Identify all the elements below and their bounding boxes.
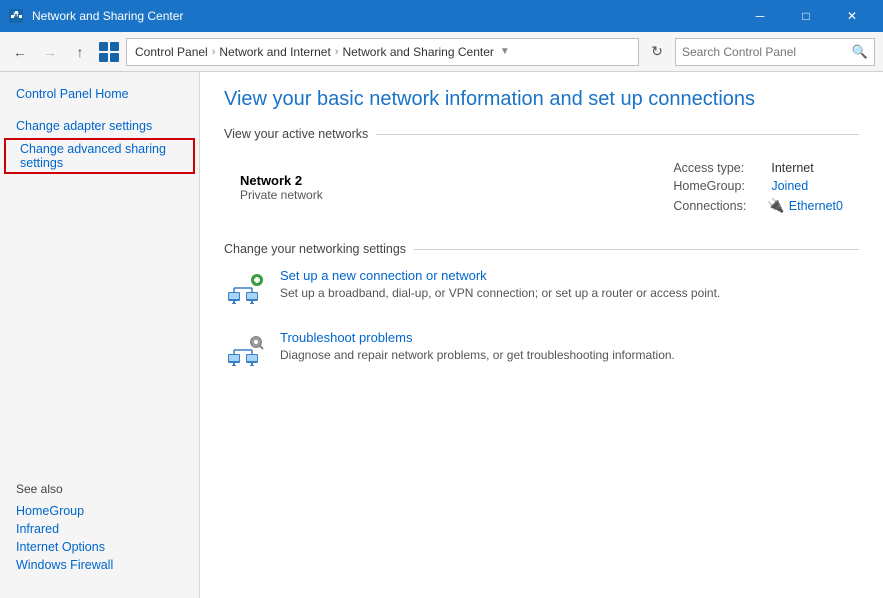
up-button[interactable]: ↑ <box>68 40 92 64</box>
back-button[interactable]: ← <box>8 40 32 64</box>
maximize-button[interactable]: □ <box>783 0 829 32</box>
access-type-label: Access type: <box>673 161 763 175</box>
sidebar-change-adapter[interactable]: Change adapter settings <box>0 116 199 136</box>
settings-text-2: Troubleshoot problems Diagnose and repai… <box>280 330 675 362</box>
main-layout: Control Panel Home Change adapter settin… <box>0 72 883 598</box>
homegroup-value[interactable]: Joined <box>771 179 808 193</box>
breadcrumb-network-internet[interactable]: Network and Internet <box>219 45 330 59</box>
main-content: View your basic network information and … <box>200 72 883 598</box>
settings-desc-1: Set up a broadband, dial-up, or VPN conn… <box>280 286 720 300</box>
settings-text-1: Set up a new connection or network Set u… <box>280 268 720 300</box>
networking-settings-header: Change your networking settings <box>224 242 859 256</box>
network-info-left: Network 2 Private network <box>240 173 323 202</box>
window-title: Network and Sharing Center <box>32 9 183 23</box>
settings-icon-box-1 <box>224 268 266 310</box>
titlebar-controls: ─ □ ✕ <box>737 0 875 32</box>
addressbar: ← → ↑ Control Panel › Network and Intern… <box>0 32 883 72</box>
network-info-right: Access type: Internet HomeGroup: Joined … <box>673 161 843 214</box>
sidebar-change-advanced-sharing[interactable]: Change advanced sharing settings <box>4 138 195 174</box>
forward-button[interactable]: → <box>38 40 62 64</box>
new-connection-icon <box>226 270 264 308</box>
connections-value[interactable]: Ethernet0 <box>789 199 843 213</box>
sidebar: Control Panel Home Change adapter settin… <box>0 72 200 598</box>
search-input[interactable] <box>682 45 848 59</box>
homegroup-label: HomeGroup: <box>673 179 763 193</box>
see-also-title: See also <box>16 482 183 496</box>
breadcrumb-current: Network and Sharing Center <box>342 45 493 59</box>
access-type-value: Internet <box>771 161 813 175</box>
breadcrumb-sep-1: › <box>212 46 216 58</box>
troubleshoot-icon <box>226 332 264 370</box>
settings-item-2: Troubleshoot problems Diagnose and repai… <box>224 330 859 372</box>
titlebar: Network and Sharing Center ─ □ ✕ <box>0 0 883 32</box>
nav-icon <box>98 41 120 63</box>
connections-row: Connections: 🔌 Ethernet0 <box>673 197 843 214</box>
sidebar-infrared-link[interactable]: Infrared <box>16 520 183 538</box>
breadcrumb-sep-2: › <box>335 46 339 58</box>
close-button[interactable]: ✕ <box>829 0 875 32</box>
breadcrumb-dropdown-icon[interactable]: ▼ <box>500 46 510 57</box>
homegroup-row: HomeGroup: Joined <box>673 179 843 193</box>
settings-title-2[interactable]: Troubleshoot problems <box>280 330 675 345</box>
settings-desc-2: Diagnose and repair network problems, or… <box>280 348 675 362</box>
app-icon <box>8 8 24 24</box>
settings-icon-box-2 <box>224 330 266 372</box>
sidebar-control-panel-home[interactable]: Control Panel Home <box>0 84 199 104</box>
breadcrumb-bar[interactable]: Control Panel › Network and Internet › N… <box>126 38 639 66</box>
sidebar-homegroup-link[interactable]: HomeGroup <box>16 502 183 520</box>
breadcrumb-control-panel[interactable]: Control Panel <box>135 45 208 59</box>
network-type: Private network <box>240 188 323 202</box>
sidebar-windows-firewall-link[interactable]: Windows Firewall <box>16 556 183 574</box>
titlebar-left: Network and Sharing Center <box>8 8 183 24</box>
page-title: View your basic network information and … <box>224 88 859 111</box>
access-type-row: Access type: Internet <box>673 161 843 175</box>
search-bar: 🔍 <box>675 38 875 66</box>
settings-title-1[interactable]: Set up a new connection or network <box>280 268 720 283</box>
ethernet-icon: 🔌 <box>767 197 784 214</box>
sidebar-see-also: See also HomeGroup Infrared Internet Opt… <box>0 470 199 586</box>
network-box: Network 2 Private network Access type: I… <box>224 153 859 222</box>
refresh-button[interactable]: ↻ <box>645 40 669 64</box>
connections-label: Connections: <box>673 199 763 213</box>
network-name: Network 2 <box>240 173 323 188</box>
active-networks-header: View your active networks <box>224 127 859 141</box>
search-icon: 🔍 <box>852 44 868 60</box>
sidebar-internet-options-link[interactable]: Internet Options <box>16 538 183 556</box>
minimize-button[interactable]: ─ <box>737 0 783 32</box>
settings-item-1: Set up a new connection or network Set u… <box>224 268 859 310</box>
